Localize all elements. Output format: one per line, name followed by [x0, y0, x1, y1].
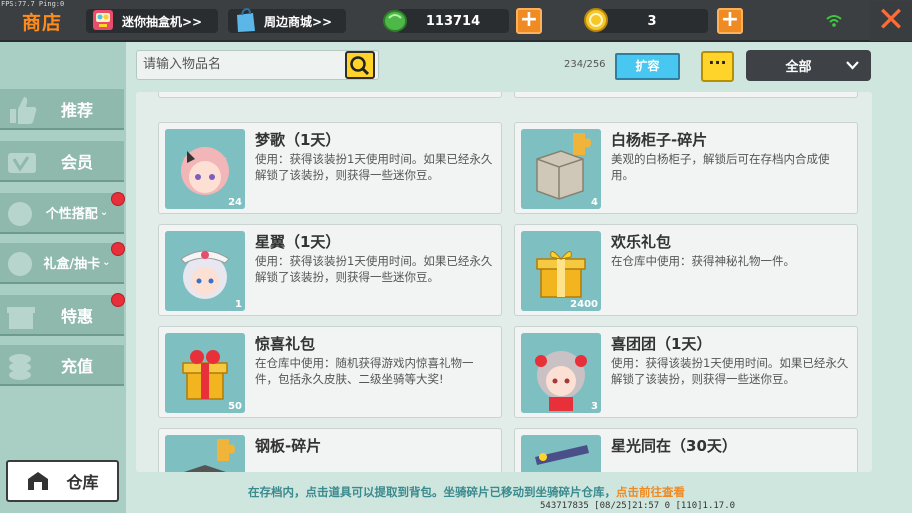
chevron-down-icon: ⌄ — [99, 207, 109, 218]
item-card[interactable]: 星光同在（30天） — [514, 428, 858, 472]
item-description: 使用：获得该装扮1天使用时间。如果已经永久解锁了该装扮，则获得一些迷你豆。 — [255, 254, 493, 284]
notification-dot — [111, 293, 125, 307]
gem-balance: 113714 — [397, 9, 509, 33]
chevron-down-icon: ⌄ — [102, 257, 111, 268]
item-name: 钢板-碎片 — [255, 437, 322, 455]
sidebar: 推荐 会员 个性搭配 ⌄ 礼盒/抽卡 ⌄ 特惠 充值 仓库 — [0, 42, 126, 513]
sidebar-item-sale[interactable]: 特惠 — [0, 294, 124, 336]
item-quantity: 3 — [591, 401, 598, 412]
item-card[interactable]: 2400 欢乐礼包 在仓库中使用：获得神秘礼物一件。 — [514, 224, 858, 316]
item-thumbnail: 2400 — [521, 231, 601, 311]
gacha-link-label: 迷你抽盒机>> — [122, 14, 203, 29]
sidebar-item-giftbox[interactable]: 礼盒/抽卡 ⌄ — [0, 242, 124, 284]
item-card-partial[interactable] — [158, 92, 502, 98]
item-quantity: 24 — [228, 197, 242, 208]
item-card[interactable]: 3 喜团团（1天） 使用：获得该装扮1天使用时间。如果已经永久解锁了该装扮，则获… — [514, 326, 858, 418]
notification-dot — [111, 192, 125, 206]
starlight-item-icon — [521, 435, 601, 472]
signal-icon — [826, 15, 842, 27]
steel-plate-fragment-icon — [165, 435, 245, 472]
shopping-bag-icon — [237, 7, 255, 32]
chevron-down-icon — [846, 61, 859, 70]
gacha-machine-icon — [93, 10, 113, 30]
item-name: 白杨柜子-碎片 — [611, 131, 708, 149]
fps-readout: FPS:77.7 Ping:0 — [1, 0, 65, 8]
more-button[interactable]: ··· — [701, 51, 734, 82]
item-thumbnail — [165, 435, 245, 472]
item-description: 使用：获得该装扮1天使用时间。如果已经永久解锁了该装扮，则获得一些迷你豆。 — [611, 356, 849, 386]
item-quantity: 2400 — [570, 299, 598, 310]
notification-dot — [111, 242, 125, 256]
item-description: 使用：获得该装扮1天使用时间。如果已经永久解锁了该装扮，则获得一些迷你豆。 — [255, 152, 493, 182]
item-description: 美观的白杨柜子，解锁后可在存档内合成使用。 — [611, 152, 830, 182]
sidebar-item-recommend[interactable]: 推荐 — [0, 88, 124, 130]
item-card[interactable]: 24 梦歌（1天） 使用：获得该装扮1天使用时间。如果已经永久解锁了该装扮，则获… — [158, 122, 502, 214]
close-button[interactable]: ✕ — [870, 1, 912, 41]
item-thumbnail: 4 — [521, 129, 601, 209]
expand-button[interactable]: 扩容 — [615, 53, 680, 80]
add-gem-button[interactable]: + — [516, 8, 542, 34]
footer-hint: 在存档内，点击道具可以提取到背包。坐骑碎片已移动到坐骑碎片仓库，点击前往查看 — [248, 485, 685, 499]
item-thumbnail: 1 — [165, 231, 245, 311]
item-thumbnail — [521, 435, 601, 472]
warehouse-button[interactable]: 仓库 — [6, 460, 119, 502]
item-grid[interactable]: 24 梦歌（1天） 使用：获得该装扮1天使用时间。如果已经永久解锁了该装扮，则获… — [136, 92, 872, 472]
filter-dropdown[interactable]: 全部 — [746, 50, 871, 81]
item-name: 惊喜礼包 — [255, 335, 316, 353]
sidebar-item-member[interactable]: 会员 — [0, 140, 124, 182]
item-quantity: 4 — [591, 197, 598, 208]
sidebar-item-outfit[interactable]: 个性搭配 ⌄ — [0, 192, 124, 234]
item-card[interactable]: 50 惊喜礼包 在仓库中使用：随机获得游戏内惊喜礼物一件，包括永久皮肤、二级坐骑… — [158, 326, 502, 418]
character-portrait-icon — [521, 333, 601, 413]
item-card[interactable]: 1 星翼（1天） 使用：获得该装扮1天使用时间。如果已经永久解锁了该装扮，则获得… — [158, 224, 502, 316]
gold-coin-icon — [584, 8, 608, 32]
green-gem-icon — [383, 10, 407, 32]
item-name: 星光同在（30天） — [611, 437, 737, 455]
top-bar: FPS:77.7 Ping:0 商店 迷你抽盒机>> 周边商城>> 113714… — [0, 0, 912, 42]
item-quantity: 50 — [228, 401, 242, 412]
cabinet-fragment-icon — [521, 129, 601, 209]
add-coin-button[interactable]: + — [717, 8, 743, 34]
sidebar-item-recharge[interactable]: 充值 — [0, 344, 124, 386]
coin-balance: 3 — [596, 9, 708, 33]
item-name: 欢乐礼包 — [611, 233, 672, 251]
item-thumbnail: 24 — [165, 129, 245, 209]
item-thumbnail: 3 — [521, 333, 601, 413]
item-name: 梦歌（1天） — [255, 131, 341, 149]
gacha-link[interactable]: 迷你抽盒机>> — [86, 9, 218, 33]
item-description: 在仓库中使用：获得神秘礼物一件。 — [611, 254, 795, 268]
item-card-partial[interactable] — [514, 92, 858, 98]
item-description: 在仓库中使用：随机获得游戏内惊喜礼物一件，包括永久皮肤、二级坐骑等大奖! — [255, 356, 474, 386]
warehouse-icon — [28, 472, 49, 490]
go-to-mount-storage-link[interactable]: 点击前往查看 — [616, 485, 685, 499]
item-quantity: 1 — [235, 299, 242, 310]
search-input[interactable]: 请输入物品名 — [136, 50, 379, 80]
search-icon — [350, 56, 370, 76]
item-thumbnail: 50 — [165, 333, 245, 413]
search-button[interactable] — [345, 51, 375, 79]
character-portrait-icon — [165, 231, 245, 311]
item-card[interactable]: 钢板-碎片 — [158, 428, 502, 472]
storage-capacity: 234/256 — [564, 59, 606, 70]
item-name: 喜团团（1天） — [611, 335, 712, 353]
item-name: 星翼（1天） — [255, 233, 341, 251]
item-card[interactable]: 4 白杨柜子-碎片 美观的白杨柜子，解锁后可在存档内合成使用。 — [514, 122, 858, 214]
page-title: 商店 — [22, 12, 63, 34]
merch-link[interactable]: 周边商城>> — [228, 7, 346, 33]
merch-link-label: 周边商城>> — [264, 14, 333, 29]
status-line: 543717835 [08/25]21:57 0 [110]1.17.0 — [540, 501, 736, 511]
main-panel: 请输入物品名 234/256 扩容 ··· 全部 24 梦歌（1天） 使用：获得… — [126, 42, 912, 513]
